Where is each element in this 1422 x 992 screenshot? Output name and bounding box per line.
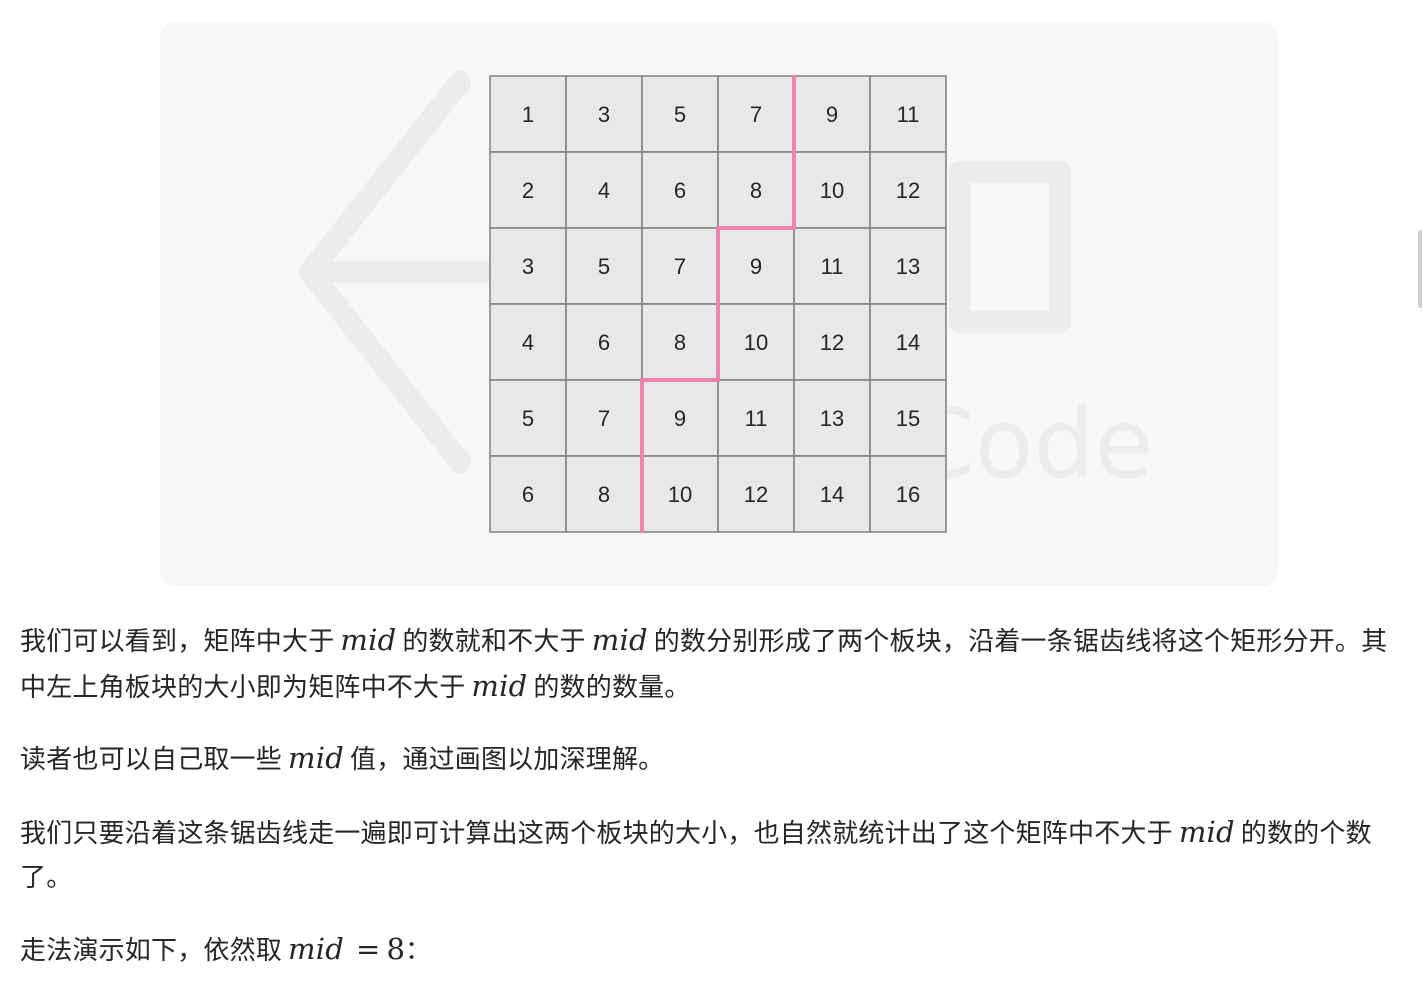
matrix-cell: 12 xyxy=(717,455,795,533)
matrix-cell-value: 12 xyxy=(820,330,844,355)
matrix-cell: 10 xyxy=(641,455,719,533)
matrix-cell-value: 6 xyxy=(598,330,610,355)
matrix-cell-value: 3 xyxy=(522,254,534,279)
matrix-cell-value: 11 xyxy=(745,406,768,431)
matrix-cell: 9 xyxy=(641,379,719,457)
paragraph-4: 走法演示如下，依然取 mid = 8： xyxy=(20,932,432,966)
math-mid: mid xyxy=(288,932,344,966)
math-equals: = xyxy=(355,932,381,966)
matrix-cell: 9 xyxy=(717,227,795,305)
matrix-cell-value: 10 xyxy=(820,178,844,203)
matrix-cell: 11 xyxy=(793,227,871,305)
matrix-cell-value: 9 xyxy=(674,406,686,431)
matrix-cell-value: 10 xyxy=(744,330,768,355)
matrix-cell-value: 5 xyxy=(522,406,534,431)
paragraph-1: 我们可以看到，矩阵中大于 mid 的数就和不大于 mid 的数分别形成了两个板块，沿着一… xyxy=(20,623,1388,703)
matrix-cell: 14 xyxy=(869,303,947,381)
matrix-cell-value: 10 xyxy=(668,482,692,507)
matrix-cell: 14 xyxy=(793,455,871,533)
matrix-cell: 4 xyxy=(565,151,643,229)
matrix-cell-value: 13 xyxy=(896,254,920,279)
matrix-cell: 3 xyxy=(489,227,567,305)
matrix-cell: 5 xyxy=(565,227,643,305)
matrix-cell-value: 14 xyxy=(820,482,844,507)
matrix-cell-value: 8 xyxy=(750,178,762,203)
matrix-cell: 2 xyxy=(489,151,567,229)
matrix-cell: 11 xyxy=(717,379,795,457)
matrix-cell: 7 xyxy=(717,75,795,153)
matrix-cell: 13 xyxy=(793,379,871,457)
matrix-cell-value: 3 xyxy=(598,102,610,127)
matrix-cell-value: 7 xyxy=(674,254,686,279)
matrix-cell: 6 xyxy=(641,151,719,229)
matrix-cell: 7 xyxy=(565,379,643,457)
paragraph-3: 我们只要沿着这条锯齿线走一遍即可计算出这两个板块的大小，也自然就统计出了这个矩阵… xyxy=(20,815,1372,893)
matrix-cell-value: 6 xyxy=(522,482,534,507)
matrix-cell: 9 xyxy=(793,75,871,153)
matrix-cell: 3 xyxy=(565,75,643,153)
math-mid: mid xyxy=(288,741,344,775)
matrix-cell: 8 xyxy=(717,151,795,229)
matrix-cell-value: 2 xyxy=(522,178,534,203)
matrix-cell-value: 7 xyxy=(598,406,610,431)
matrix-cell-value: 9 xyxy=(826,102,838,127)
matrix-cell-value: 6 xyxy=(674,178,686,203)
math-mid: mid xyxy=(591,623,648,657)
matrix-cell: 13 xyxy=(869,227,947,305)
matrix-cell-value: 16 xyxy=(896,482,920,507)
matrix-cell-value: 8 xyxy=(674,330,686,355)
matrix-cell-value: 4 xyxy=(598,178,610,203)
matrix-cell: 5 xyxy=(489,379,567,457)
matrix-cell: 6 xyxy=(565,303,643,381)
matrix-cell: 6 xyxy=(489,455,567,533)
matrix-cell-value: 9 xyxy=(750,254,762,279)
matrix-cell: 12 xyxy=(869,151,947,229)
math-value: 8 xyxy=(386,932,406,966)
matrix-cell: 8 xyxy=(565,455,643,533)
matrix-cell: 4 xyxy=(489,303,567,381)
matrix-cell-value: 13 xyxy=(820,406,844,431)
matrix-cell-value: 1 xyxy=(522,102,534,127)
matrix-figure: 1 3 5 7 9 11 2 4 6 8 10 12 3 5 7 9 11 13 4 6 8 10 12 14 5 7 9 11 13 1… xyxy=(489,75,947,533)
paragraph-2: 读者也可以自己取一些 mid 值，通过画图以加深理解。 xyxy=(20,741,665,775)
matrix-cell-value: 5 xyxy=(674,102,686,127)
matrix-cell-value: 4 xyxy=(522,330,534,355)
matrix-cell: 10 xyxy=(793,151,871,229)
matrix-cell: 12 xyxy=(793,303,871,381)
matrix-cell-value: 12 xyxy=(744,482,768,507)
math-mid: mid xyxy=(471,669,528,703)
matrix-cell: 1 xyxy=(489,75,567,153)
math-mid: mid xyxy=(340,623,397,657)
matrix-cell: 7 xyxy=(641,227,719,305)
matrix-cell-value: 15 xyxy=(896,406,920,431)
matrix-cell-value: 11 xyxy=(897,102,920,127)
matrix-cell-value: 12 xyxy=(896,178,920,203)
side-scroll-indicator[interactable] xyxy=(1418,230,1422,308)
matrix-cell: 10 xyxy=(717,303,795,381)
matrix-cell-value: 7 xyxy=(750,102,762,127)
matrix-cell: 15 xyxy=(869,379,947,457)
matrix-cell: 5 xyxy=(641,75,719,153)
matrix-cell-value: 14 xyxy=(896,330,920,355)
matrix-cell: 16 xyxy=(869,455,947,533)
matrix-cell: 8 xyxy=(641,303,719,381)
matrix-cell-value: 5 xyxy=(598,254,610,279)
matrix-cell-value: 8 xyxy=(598,482,610,507)
matrix-cell: 11 xyxy=(869,75,947,153)
math-mid: mid xyxy=(1178,815,1235,849)
matrix-cell-value: 11 xyxy=(821,254,844,279)
